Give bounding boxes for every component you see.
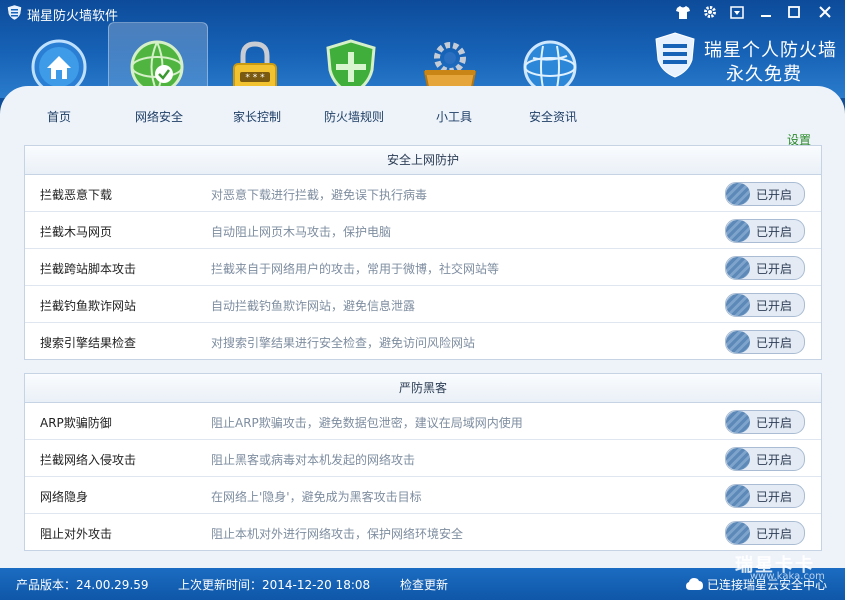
gear-icon [704,6,716,18]
setting-label: 拦截木马网页 [40,225,113,239]
toggle-knob [726,220,750,242]
skin-shirt-button[interactable] [670,2,696,22]
tab-tools[interactable]: 小工具 [436,108,472,125]
setting-description: 阻止黑客或病毒对本机发起的网络攻击 [211,453,416,467]
safe-browsing-panel: 安全上网防护 拦截恶意下载 对恶意下载进行拦截，避免误下执行病毒 已开启 拦截木… [24,145,822,360]
toggle-switch[interactable]: 已开启 [725,330,805,354]
toggle-knob [726,331,750,353]
brand-title: 瑞星个人防火墙 [704,40,837,61]
maximize-button[interactable] [781,2,807,22]
tab-network-security[interactable]: 网络安全 [135,108,183,125]
setting-row: ARP欺骗防御 阻止ARP欺骗攻击，避免数据包泄密，建议在局域网内使用 已开启 [25,403,821,440]
setting-row: 拦截跨站脚本攻击 拦截来自于网络用户的攻击，常用于微博，社交网站等 已开启 [25,249,821,286]
toggle-knob [726,257,750,279]
toggle-knob [726,522,750,544]
setting-description: 对恶意下载进行拦截，避免误下执行病毒 [211,188,428,202]
minimize-button[interactable] [753,2,779,22]
settings-button[interactable] [697,2,723,22]
toggle-status: 已开启 [756,527,793,541]
toggle-switch[interactable]: 已开启 [725,410,805,434]
toggle-switch[interactable]: 已开启 [725,484,805,508]
anti-hacker-panel: 严防黑客 ARP欺骗防御 阻止ARP欺骗攻击，避免数据包泄密，建议在局域网内使用… [24,373,822,551]
setting-description: 自动阻止网页木马攻击，保护电脑 [211,225,392,239]
setting-description: 在网络上'隐身'，避免成为黑客攻击目标 [211,490,422,504]
toggle-knob [726,183,750,205]
panel-title: 严防黑客 [25,374,821,403]
app-shield-icon [7,5,22,20]
status-bar: 产品版本：24.00.29.59 上次更新时间：2014-12-20 18:08… [0,568,845,600]
close-icon [819,6,831,18]
toggle-status: 已开启 [756,416,793,430]
toggle-status: 已开启 [756,299,793,313]
setting-row: 拦截网络入侵攻击 阻止黑客或病毒对本机发起的网络攻击 已开启 [25,440,821,477]
toggle-status: 已开启 [756,225,793,239]
toggle-status: 已开启 [756,188,793,202]
toggle-status: 已开启 [756,336,793,350]
toggle-switch[interactable]: 已开启 [725,447,805,471]
setting-row: 拦截钓鱼欺诈网站 自动拦截钓鱼欺诈网站，避免信息泄露 已开启 [25,286,821,323]
setting-row: 拦截木马网页 自动阻止网页木马攻击，保护电脑 已开启 [25,212,821,249]
close-button[interactable] [812,2,838,22]
setting-row: 网络隐身 在网络上'隐身'，避免成为黑客攻击目标 已开启 [25,477,821,514]
minimize-icon [761,15,771,17]
setting-label: 网络隐身 [40,490,89,504]
setting-label: ARP欺骗防御 [40,416,112,430]
brand-shield-icon [655,32,695,78]
toggle-status: 已开启 [756,453,793,467]
toggle-switch[interactable]: 已开启 [725,293,805,317]
brand-slogan: 永久免费 [726,64,802,85]
menu-down-icon [730,5,744,19]
tab-parental-control[interactable]: 家长控制 [233,108,281,125]
setting-description: 对搜索引擎结果进行安全检查，避免访问风险网站 [211,336,476,350]
last-update-time: 上次更新时间：2014-12-20 18:08 [178,578,371,592]
tab-security-news[interactable]: 安全资讯 [529,108,577,125]
shirt-icon [676,5,690,19]
toggle-status: 已开启 [756,490,793,504]
setting-description: 阻止ARP欺骗攻击，避免数据包泄密，建议在局域网内使用 [211,416,523,430]
toggle-knob [726,448,750,470]
svg-text:* * *: * * * [245,73,265,83]
setting-label: 拦截网络入侵攻击 [40,453,137,467]
setting-row: 搜索引擎结果检查 对搜索引擎结果进行安全检查，避免访问风险网站 已开启 [25,323,821,359]
brand: 瑞星个人防火墙 永久免费 [654,32,839,85]
menu-button[interactable] [724,2,750,22]
toggle-knob [726,485,750,507]
setting-label: 阻止对外攻击 [40,527,113,541]
toggle-knob [726,411,750,433]
setting-label: 拦截钓鱼欺诈网站 [40,299,137,313]
setting-label: 拦截跨站脚本攻击 [40,262,137,276]
toggle-switch[interactable]: 已开启 [725,219,805,243]
tab-home[interactable]: 首页 [47,108,71,125]
check-update-link[interactable]: 检查更新 [400,576,448,593]
setting-description: 自动拦截钓鱼欺诈网站，避免信息泄露 [211,299,416,313]
setting-row: 阻止对外攻击 阻止本机对外进行网络攻击，保护网络环境安全 已开启 [25,514,821,550]
setting-label: 拦截恶意下载 [40,188,113,202]
watermark-url: www.kaka.com [750,571,825,582]
product-version: 产品版本：24.00.29.59 [16,578,149,592]
toggle-knob [726,294,750,316]
cloud-icon [686,578,703,590]
setting-row: 拦截恶意下载 对恶意下载进行拦截，避免误下执行病毒 已开启 [25,175,821,212]
maximize-icon [788,6,800,18]
toggle-switch[interactable]: 已开启 [725,256,805,280]
setting-label: 搜索引擎结果检查 [40,336,137,350]
panel-title: 安全上网防护 [25,146,821,175]
setting-description: 拦截来自于网络用户的攻击，常用于微博，社交网站等 [211,262,500,276]
tab-firewall-rules[interactable]: 防火墙规则 [324,108,384,125]
toggle-switch[interactable]: 已开启 [725,521,805,545]
toggle-status: 已开启 [756,262,793,276]
app-title: 瑞星防火墙软件 [27,9,119,24]
setting-description: 阻止本机对外进行网络攻击，保护网络环境安全 [211,527,464,541]
toggle-switch[interactable]: 已开启 [725,182,805,206]
